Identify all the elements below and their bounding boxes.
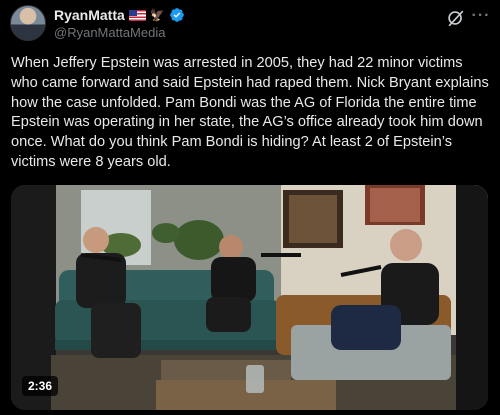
- eagle-emoji-icon: 🦅: [149, 8, 165, 22]
- grok-icon[interactable]: [445, 7, 467, 29]
- verified-badge-icon: [169, 8, 184, 22]
- tweet-text: When Jeffery Epstein was arrested in 200…: [11, 55, 489, 170]
- tweet-header: RyanMatta 🦅 @RyanMattaMedia ···: [0, 0, 500, 50]
- avatar[interactable]: [10, 5, 46, 41]
- us-flag-icon: [128, 9, 146, 21]
- author-handle[interactable]: @RyanMattaMedia: [54, 25, 165, 40]
- more-options-button[interactable]: ···: [470, 5, 492, 27]
- author-name-row: RyanMatta 🦅: [54, 7, 185, 23]
- video-player[interactable]: [11, 185, 488, 410]
- video-duration-badge: 2:36: [22, 376, 59, 396]
- video-thumbnail: [11, 185, 488, 410]
- author-display-name[interactable]: RyanMatta: [54, 7, 125, 23]
